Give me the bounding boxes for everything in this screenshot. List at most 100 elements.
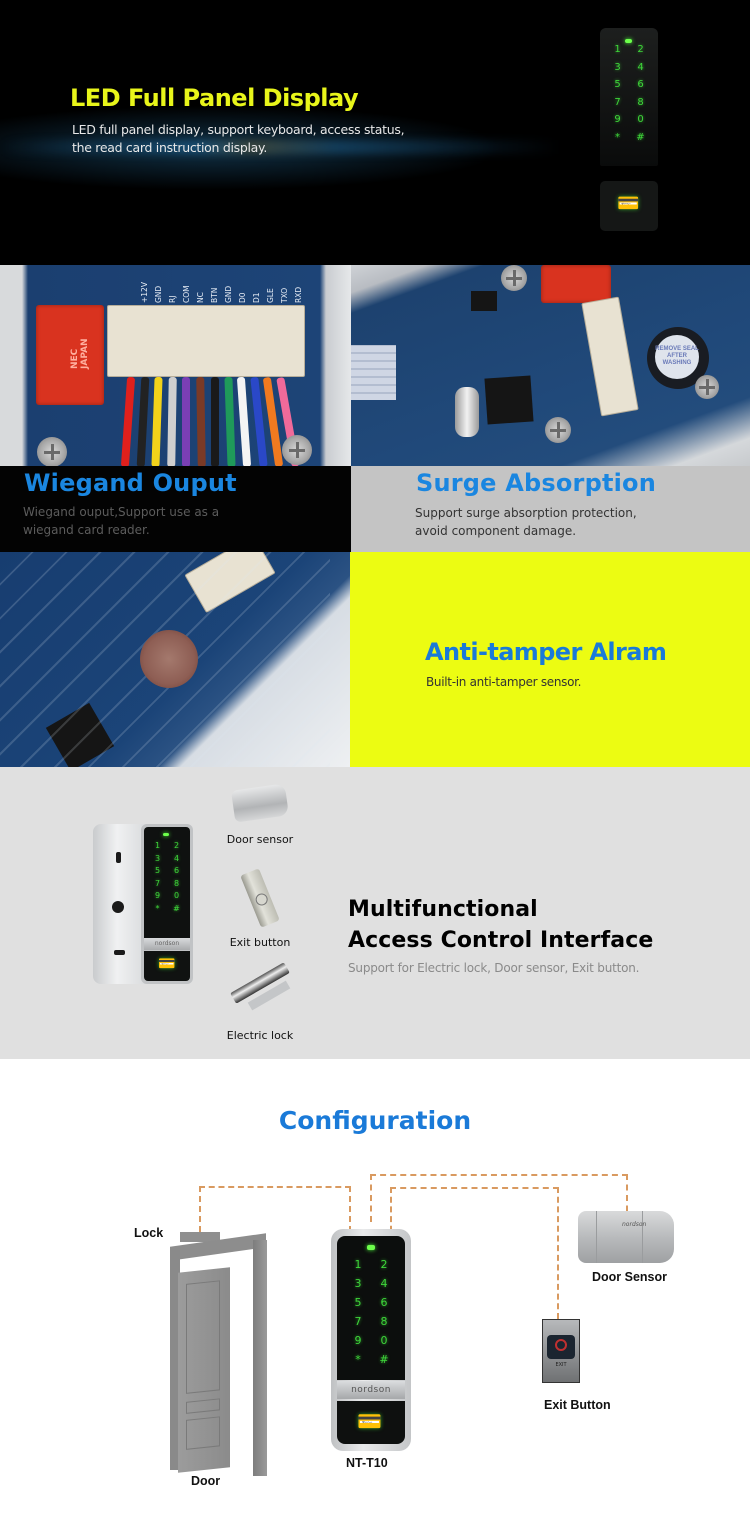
ic-chip — [471, 291, 497, 311]
keypad-key: 6 — [173, 866, 180, 875]
card-reader-icon: 💳 — [357, 1409, 382, 1433]
wire — [195, 376, 206, 466]
brand-label: nordson — [144, 938, 190, 950]
exit-button-label: Exit Button — [544, 1398, 611, 1412]
keypad-key: 2 — [637, 44, 644, 55]
keypad-key: 9 — [154, 891, 161, 900]
electric-lock-label: Electric lock — [226, 1029, 294, 1042]
mount-slot — [116, 852, 121, 863]
led-section-title: LED Full Panel Display — [70, 84, 359, 112]
reader-model-label: NT-T10 — [346, 1456, 388, 1470]
wire — [120, 376, 136, 466]
wiegand-title: Wiegand Ouput — [24, 469, 237, 497]
keypad-key: * — [355, 1353, 361, 1366]
door-sensor-label: Door sensor — [226, 833, 294, 846]
keypad-key: 3 — [354, 1277, 362, 1290]
electric-lock-image — [229, 962, 291, 1011]
wire — [136, 376, 149, 466]
screw — [695, 375, 719, 399]
surge-pcb-photo: REMOVE SEAL AFTER WASHING — [351, 265, 750, 466]
status-led-icon — [367, 1245, 375, 1250]
keypad-key: 9 — [614, 114, 621, 125]
card-reader-icon: 💳 — [617, 193, 640, 214]
pcb-pin-label: RXD — [294, 286, 303, 303]
wiegand-pcb-photo: NEC JAPAN +12V GND RJ COM NC BTN GND D0 D1 GLE TXO… — [0, 265, 351, 466]
keypad-key: 3 — [614, 61, 621, 73]
keypad-key: 5 — [354, 1296, 362, 1309]
wire-lock-to-reader — [199, 1186, 351, 1232]
tamper-title: Anti-tamper Alram — [425, 638, 667, 666]
keypad-key: 0 — [173, 891, 180, 900]
pin-connector — [581, 296, 639, 417]
interface-section: 1 2 3 4 5 6 7 8 9 0 * # nordson 💳 Door sensor Exit … — [0, 767, 750, 1059]
wire-reader-to-exit-button — [390, 1187, 559, 1319]
keypad-key: 0 — [380, 1334, 388, 1347]
surge-desc-line-1: Support surge absorption protection, — [415, 506, 637, 520]
tamper-caption: Anti-tamper Alram Built-in anti-tamper s… — [350, 552, 750, 767]
mount-hole — [112, 901, 124, 913]
keypad-key: 8 — [380, 1315, 388, 1328]
pcb-pin-label: D1 — [252, 292, 261, 303]
keypad-key: * — [615, 131, 620, 143]
exit-button-image — [240, 868, 280, 928]
pcb-pin-label: D0 — [238, 292, 247, 303]
brand-label: nordson — [337, 1381, 405, 1399]
keypad-keys: 1 2 3 4 5 6 7 8 9 0 * # — [148, 841, 186, 913]
keypad-key: 6 — [380, 1296, 388, 1309]
door-frame-right — [253, 1240, 267, 1476]
keypad-key: 9 — [354, 1334, 362, 1347]
exit-button-image: EXIT — [542, 1319, 580, 1383]
keypad-upper-panel: 1 2 3 4 5 6 7 8 9 0 * # — [600, 28, 658, 166]
status-led-icon — [163, 833, 169, 836]
pcb-pin-label: NC — [196, 292, 205, 303]
surge-title: Surge Absorption — [416, 469, 657, 497]
wiegand-caption: Wiegand Ouput Wiegand ouput,Support use … — [0, 466, 351, 552]
reader-keypad-panel: 1 2 3 4 5 6 7 8 9 0 * # — [337, 1236, 405, 1380]
surge-description: Support surge absorption protection, avo… — [415, 504, 637, 540]
mount-slot — [114, 950, 125, 955]
keypad-key: # — [173, 903, 180, 913]
sensor-brand: nordson — [622, 1221, 647, 1228]
wire — [236, 376, 252, 466]
led-panel-section: LED Full Panel Display LED full panel di… — [0, 0, 750, 265]
reader-front: 1 2 3 4 5 6 7 8 9 0 * # nordson 💳 — [141, 824, 193, 984]
sensor-seam — [596, 1211, 597, 1263]
keypad-key: 8 — [637, 96, 644, 108]
pcb-pin-label: +12V — [140, 282, 149, 303]
wire — [223, 376, 236, 466]
buzzer-label: REMOVE SEAL AFTER WASHING — [655, 335, 699, 379]
pcb-pin-label: BTN — [210, 287, 219, 303]
led-section-description: LED full panel display, support keyboard… — [72, 121, 405, 157]
keypad-keys: 1 2 3 4 5 6 7 8 9 0 * # — [345, 1258, 397, 1366]
door-leaf — [178, 1267, 230, 1473]
door-label: Door — [191, 1474, 221, 1488]
led-desc-line-1: LED full panel display, support keyboard… — [72, 122, 405, 137]
wire — [151, 376, 163, 466]
wire — [182, 377, 190, 466]
keypad-key: 4 — [173, 853, 180, 863]
keypad-key: 4 — [380, 1277, 388, 1290]
wire-connector — [107, 305, 305, 377]
keypad-key: 0 — [637, 114, 644, 125]
relay-component — [541, 265, 611, 303]
reader-card-area: 💳 — [144, 951, 190, 981]
accessory-exit-button: Exit button — [205, 868, 315, 949]
keypad-key: 7 — [614, 96, 621, 108]
pcb-pin-label: GND — [224, 285, 233, 303]
door-sensor-image: nordson — [578, 1211, 674, 1263]
crystal-oscillator — [455, 387, 479, 437]
door-sensor-label: Door Sensor — [592, 1270, 668, 1284]
keypad-key: 3 — [154, 853, 161, 863]
accessory-electric-lock: Electric lock — [205, 962, 315, 1042]
keypad-key: 1 — [354, 1258, 362, 1271]
reader-keypad-panel: 1 2 3 4 5 6 7 8 9 0 * # — [144, 827, 190, 938]
keypad-key: 2 — [380, 1258, 388, 1271]
led-keypad-image: 1 2 3 4 5 6 7 8 9 0 * # 💳 — [600, 28, 658, 236]
status-led-icon — [625, 39, 632, 43]
exit-button-label: Exit button — [229, 936, 291, 949]
sensor-seam — [642, 1211, 643, 1263]
keypad-key: 1 — [154, 841, 161, 850]
configuration-section: Configuration Lock Door 1 2 3 4 5 6 7 8 9 0 * # nor… — [0, 1059, 750, 1526]
interface-title-line-1: Multifunctional — [348, 897, 538, 922]
pcb-pin-label: TXO — [280, 287, 289, 303]
